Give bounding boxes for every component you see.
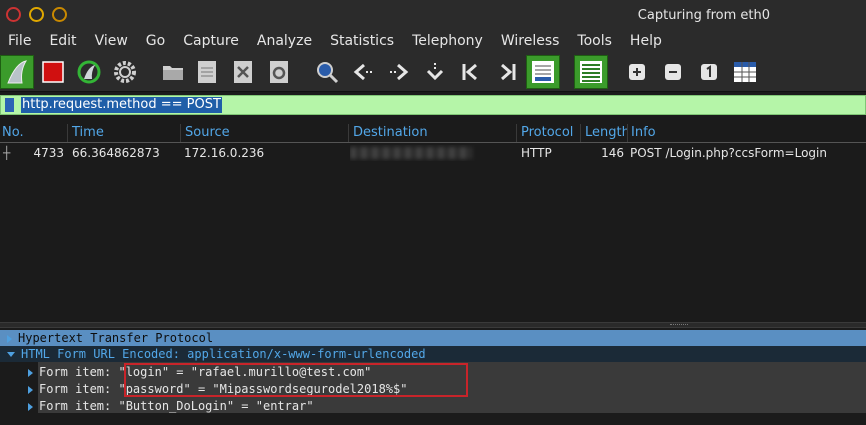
splitter-grip-icon [670,324,688,327]
column-length[interactable]: Length [581,124,628,142]
expand-arrow-icon[interactable] [7,334,12,343]
go-forward-icon[interactable] [382,55,416,89]
restart-capture-icon[interactable] [72,55,106,89]
packet-time: 66.364862873 [72,146,160,160]
packet-destination [350,145,518,161]
colorize-icon[interactable] [574,55,608,89]
menu-wireless[interactable]: Wireless [492,33,569,49]
form-item-prefix: Form item: [39,399,119,413]
form-item-prefix: Form item: [39,382,119,396]
stop-square-icon[interactable] [36,55,70,89]
go-back-icon[interactable] [346,55,380,89]
display-filter-input[interactable]: http.request.method == POST [21,97,222,113]
menu-bar: File Edit View Go Capture Analyze Statis… [0,30,866,52]
close-file-icon[interactable] [226,55,260,89]
column-source[interactable]: Source [181,124,349,142]
filter-bookmark-icon[interactable] [5,98,14,112]
packet-length: 146 [601,146,624,160]
capture-options-gear-icon[interactable] [108,55,142,89]
packet-details-pane: Hypertext Transfer Protocol HTML Form UR… [0,330,866,425]
pane-splitter[interactable] [0,322,866,328]
column-destination[interactable]: Destination [349,124,517,142]
related-packet-icon: ┼ [3,146,11,160]
collapse-arrow-icon[interactable] [7,352,15,357]
reload-file-icon[interactable] [262,55,296,89]
form-item-prefix: Form item: [39,365,119,379]
expand-arrow-icon[interactable] [28,368,33,377]
open-folder-icon[interactable] [156,55,190,89]
maximize-window-button[interactable] [52,7,67,22]
redacted-destination [350,147,472,159]
close-window-button[interactable] [6,7,21,22]
packet-source: 172.16.0.236 [184,146,265,160]
menu-help[interactable]: Help [621,33,671,49]
go-to-packet-icon[interactable] [418,55,452,89]
menu-edit[interactable]: Edit [40,33,85,49]
menu-capture[interactable]: Capture [174,33,248,49]
column-info[interactable]: Info [628,124,866,142]
tree-form-encoded[interactable]: HTML Form URL Encoded: application/x-www… [0,346,866,362]
packet-list-header: No. Time Source Destination Protocol Len… [0,124,866,142]
minimize-window-button[interactable] [29,7,44,22]
main-toolbar [0,52,866,92]
packet-list-divider [0,142,866,143]
tree-http[interactable]: Hypertext Transfer Protocol [0,330,866,346]
form-item-password[interactable]: Form item: "password" = "Mipasswordsegur… [28,381,407,397]
normal-size-icon[interactable] [692,55,726,89]
expand-arrow-icon[interactable] [28,402,33,411]
column-no[interactable]: No. [0,124,68,142]
title-bar: Capturing from eth0 [0,0,866,30]
menu-tools[interactable]: Tools [568,33,621,49]
last-packet-icon[interactable] [490,55,524,89]
form-item-button[interactable]: Form item: "Button_DoLogin" = "entrar" [28,398,314,414]
packet-info: POST /Login.php?ccsForm=Login [630,146,827,160]
packet-row[interactable]: ┼ 4733 66.364862873 172.16.0.236 HTTP 14… [0,145,866,161]
resize-columns-icon[interactable] [728,55,762,89]
find-packet-icon[interactable] [310,55,344,89]
menu-analyze[interactable]: Analyze [248,33,321,49]
menu-view[interactable]: View [86,33,137,49]
menu-telephony[interactable]: Telephony [403,33,492,49]
window-title: Capturing from eth0 [637,8,770,23]
display-filter-bar[interactable]: http.request.method == POST [0,95,866,115]
packet-protocol: HTTP [521,146,552,160]
auto-scroll-icon[interactable] [526,55,560,89]
first-packet-icon[interactable] [454,55,488,89]
zoom-out-icon[interactable] [656,55,690,89]
window-controls [6,7,67,22]
save-file-icon[interactable] [190,55,224,89]
packet-list-empty-area [0,161,866,321]
expand-arrow-icon[interactable] [28,385,33,394]
menu-statistics[interactable]: Statistics [321,33,403,49]
tree-http-label: Hypertext Transfer Protocol [18,331,214,345]
zoom-in-icon[interactable] [620,55,654,89]
packet-no: 4733 [33,146,64,160]
form-item-value: "password" = "Mipasswordsegurodel2018%$" [118,382,408,396]
column-time[interactable]: Time [68,124,181,142]
tree-form-encoded-label: HTML Form URL Encoded: application/x-www… [21,347,426,361]
form-item-value: "Button_DoLogin" = "entrar" [118,399,314,413]
column-protocol[interactable]: Protocol [517,124,581,142]
menu-go[interactable]: Go [137,33,174,49]
menu-file[interactable]: File [0,33,40,49]
form-item-value: "login" = "rafael.murillo@test.com" [118,365,372,379]
form-item-login[interactable]: Form item: "login" = "rafael.murillo@tes… [28,364,371,380]
shark-fin-start-icon[interactable] [0,55,34,89]
